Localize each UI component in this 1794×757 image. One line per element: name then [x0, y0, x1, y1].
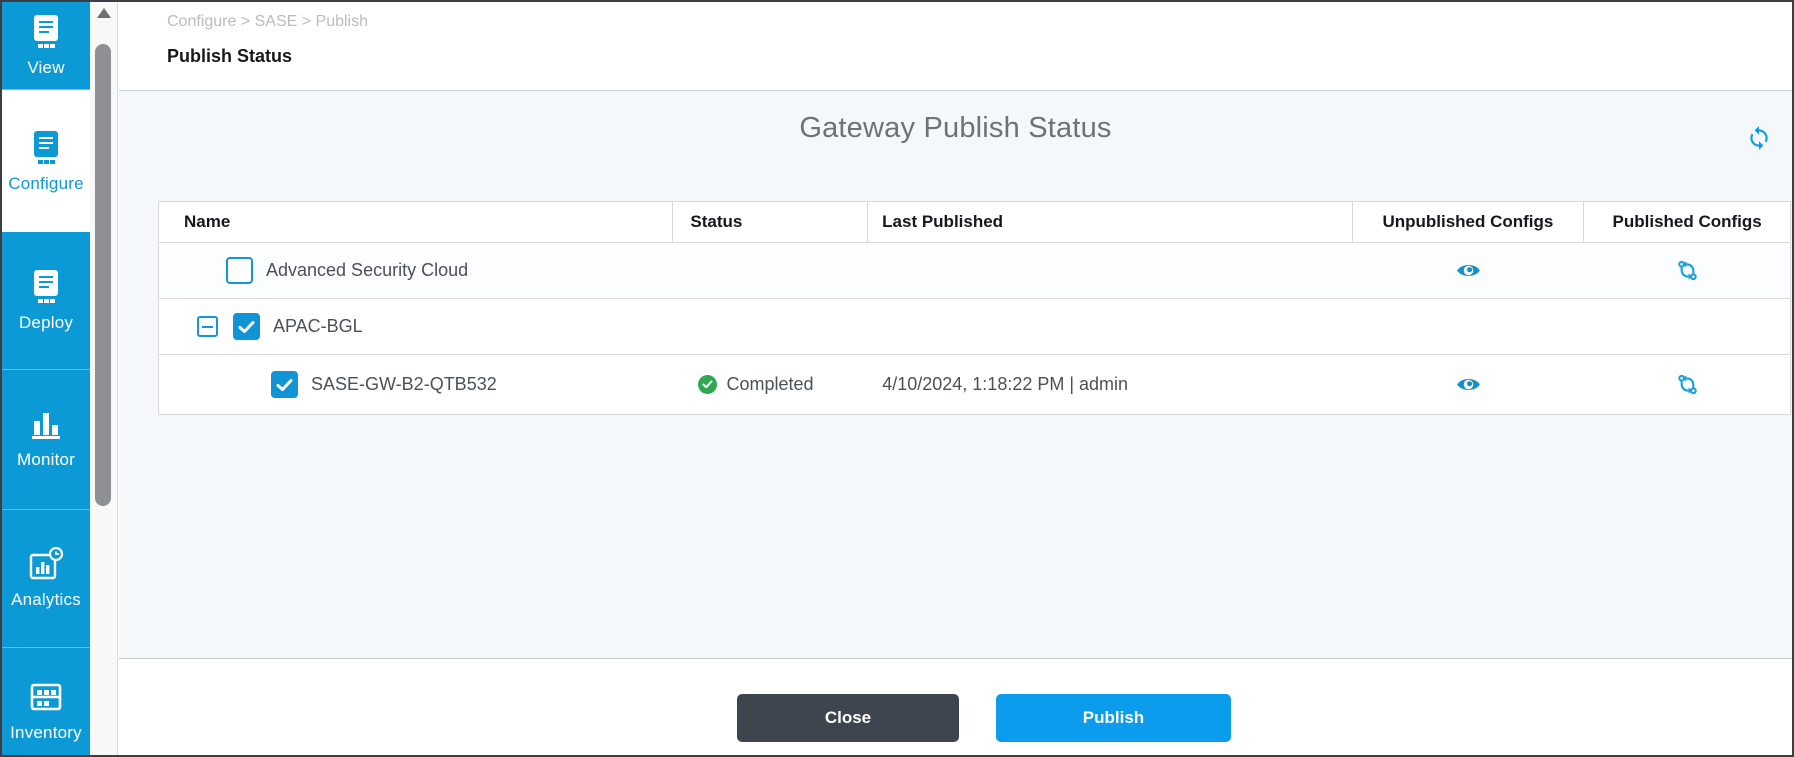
panel-title: Gateway Publish Status — [799, 112, 1112, 144]
collapse-expander-icon[interactable] — [197, 316, 218, 337]
gateway-publish-panel: Gateway Publish Status Name Status Last … — [119, 90, 1792, 659]
row-published — [1584, 299, 1790, 354]
row-status — [673, 243, 868, 298]
sidebar-item-configure[interactable]: Configure — [2, 90, 90, 232]
row-checkbox[interactable] — [226, 257, 253, 284]
sidebar-item-label: Deploy — [18, 313, 74, 332]
gateway-publish-table: Name Status Last Published Unpublished C… — [158, 201, 1791, 415]
status-badge: Completed — [690, 374, 814, 395]
sidebar-item-deploy[interactable]: Deploy — [2, 232, 90, 370]
close-button[interactable]: Close — [737, 694, 959, 742]
dialog-footer: Close Publish — [119, 659, 1792, 755]
row-status — [673, 299, 868, 354]
vertical-scrollbar[interactable] — [90, 2, 118, 755]
success-check-icon — [698, 375, 718, 394]
document-icon — [34, 270, 58, 303]
eye-icon[interactable] — [1455, 261, 1482, 280]
column-header-published-configs: Published Configs — [1612, 212, 1762, 231]
scroll-up-arrow-icon[interactable] — [97, 8, 111, 18]
page-header: Configure > SASE > Publish Publish Statu… — [119, 2, 1792, 90]
analytics-clock-icon — [29, 547, 64, 580]
sidebar-item-analytics[interactable]: Analytics — [2, 510, 90, 648]
row-name: APAC-BGL — [273, 316, 363, 336]
column-header-unpublished-configs: Unpublished Configs — [1353, 202, 1585, 242]
row-last-published — [868, 243, 1352, 298]
publish-button[interactable]: Publish — [996, 694, 1231, 742]
last-published-text: 4/10/2024, 1:18:22 PM | admin — [882, 374, 1129, 394]
row-checkbox[interactable] — [271, 371, 298, 398]
row-name: Advanced Security Cloud — [266, 260, 469, 280]
app-window: View Configure Deploy Monitor Analytics … — [0, 0, 1794, 757]
table-row: SASE-GW-B2-QTB532 Completed 4/10/2024, 1… — [158, 355, 1791, 415]
eye-icon[interactable] — [1455, 375, 1482, 394]
sidebar-item-inventory[interactable]: Inventory — [2, 648, 90, 755]
sidebar-item-view[interactable]: View — [2, 2, 90, 90]
bar-chart-icon — [32, 413, 60, 439]
sidebar-item-label: Inventory — [10, 723, 82, 742]
table-header-row: Name Status Last Published Unpublished C… — [158, 201, 1791, 243]
sidebar-item-label: Analytics — [11, 590, 81, 609]
scrollbar-thumb[interactable] — [95, 44, 111, 506]
column-header-name: Name — [159, 202, 674, 242]
sidebar-item-monitor[interactable]: Monitor — [2, 370, 90, 510]
row-unpublished — [1353, 299, 1585, 354]
document-icon — [34, 130, 58, 164]
row-last-published — [868, 299, 1352, 354]
refresh-icon[interactable] — [1746, 125, 1772, 151]
table-row: Advanced Security Cloud — [158, 243, 1791, 299]
sidebar-item-label: Monitor — [16, 450, 76, 469]
status-text: Completed — [726, 374, 814, 394]
sidebar-item-label: Configure — [8, 173, 84, 193]
column-header-status: Status — [673, 202, 869, 242]
sidebar: View Configure Deploy Monitor Analytics … — [2, 2, 90, 755]
sidebar-item-label: View — [27, 58, 65, 77]
row-checkbox[interactable] — [233, 313, 260, 340]
document-icon — [34, 15, 58, 48]
inventory-rack-icon — [30, 683, 62, 711]
column-header-last-published: Last Published — [868, 202, 1353, 242]
main-content: Configure > SASE > Publish Publish Statu… — [119, 2, 1792, 755]
compare-configs-icon[interactable] — [1677, 260, 1698, 281]
table-row-group: APAC-BGL — [158, 299, 1791, 355]
compare-configs-icon[interactable] — [1677, 374, 1698, 395]
page-title: Publish Status — [167, 46, 293, 66]
row-name: SASE-GW-B2-QTB532 — [311, 374, 497, 394]
breadcrumb: Configure > SASE > Publish — [167, 13, 369, 30]
